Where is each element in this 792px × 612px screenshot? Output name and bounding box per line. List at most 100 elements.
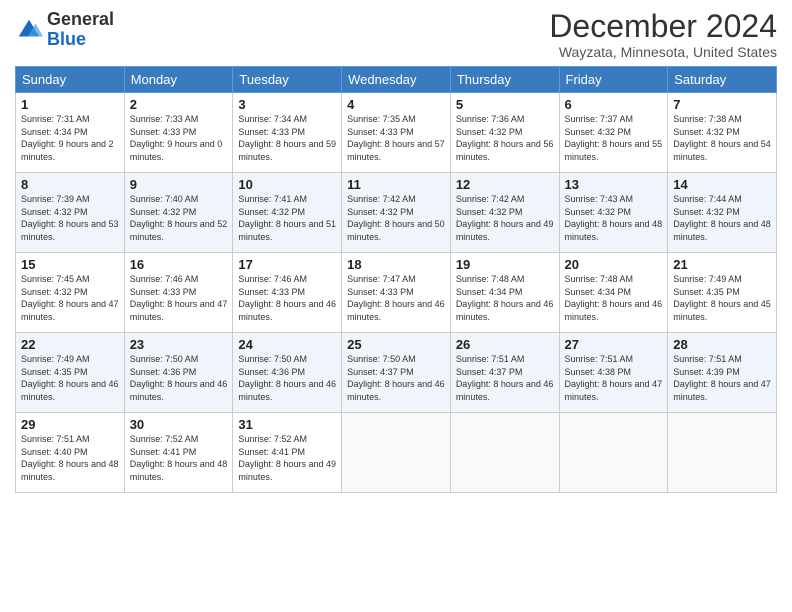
- day-header-saturday: Saturday: [668, 67, 777, 93]
- calendar-cell: 26Sunrise: 7:51 AMSunset: 4:37 PMDayligh…: [450, 333, 559, 413]
- day-number: 23: [130, 337, 228, 352]
- day-number: 10: [238, 177, 336, 192]
- cell-info: Sunrise: 7:49 AMSunset: 4:35 PMDaylight:…: [673, 273, 771, 323]
- calendar-cell: 18Sunrise: 7:47 AMSunset: 4:33 PMDayligh…: [342, 253, 451, 333]
- cell-info: Sunrise: 7:40 AMSunset: 4:32 PMDaylight:…: [130, 193, 228, 243]
- cell-info: Sunrise: 7:31 AMSunset: 4:34 PMDaylight:…: [21, 113, 119, 163]
- cell-info: Sunrise: 7:47 AMSunset: 4:33 PMDaylight:…: [347, 273, 445, 323]
- day-header-tuesday: Tuesday: [233, 67, 342, 93]
- calendar-cell: [559, 413, 668, 493]
- day-header-monday: Monday: [124, 67, 233, 93]
- cell-info: Sunrise: 7:51 AMSunset: 4:38 PMDaylight:…: [565, 353, 663, 403]
- logo-text: General Blue: [47, 10, 114, 50]
- day-number: 12: [456, 177, 554, 192]
- calendar-cell: 14Sunrise: 7:44 AMSunset: 4:32 PMDayligh…: [668, 173, 777, 253]
- day-number: 15: [21, 257, 119, 272]
- cell-info: Sunrise: 7:51 AMSunset: 4:40 PMDaylight:…: [21, 433, 119, 483]
- calendar-cell: 20Sunrise: 7:48 AMSunset: 4:34 PMDayligh…: [559, 253, 668, 333]
- day-number: 1: [21, 97, 119, 112]
- location: Wayzata, Minnesota, United States: [549, 44, 777, 60]
- cell-info: Sunrise: 7:52 AMSunset: 4:41 PMDaylight:…: [130, 433, 228, 483]
- cell-info: Sunrise: 7:46 AMSunset: 4:33 PMDaylight:…: [130, 273, 228, 323]
- cell-info: Sunrise: 7:34 AMSunset: 4:33 PMDaylight:…: [238, 113, 336, 163]
- calendar-cell: 22Sunrise: 7:49 AMSunset: 4:35 PMDayligh…: [16, 333, 125, 413]
- calendar-cell: 2Sunrise: 7:33 AMSunset: 4:33 PMDaylight…: [124, 93, 233, 173]
- logo-blue: Blue: [47, 29, 86, 49]
- day-number: 9: [130, 177, 228, 192]
- week-row-4: 22Sunrise: 7:49 AMSunset: 4:35 PMDayligh…: [16, 333, 777, 413]
- calendar-cell: 25Sunrise: 7:50 AMSunset: 4:37 PMDayligh…: [342, 333, 451, 413]
- day-number: 3: [238, 97, 336, 112]
- week-row-2: 8Sunrise: 7:39 AMSunset: 4:32 PMDaylight…: [16, 173, 777, 253]
- calendar-header-row: SundayMondayTuesdayWednesdayThursdayFrid…: [16, 67, 777, 93]
- day-number: 7: [673, 97, 771, 112]
- calendar-cell: 6Sunrise: 7:37 AMSunset: 4:32 PMDaylight…: [559, 93, 668, 173]
- month-title: December 2024: [549, 10, 777, 42]
- day-number: 26: [456, 337, 554, 352]
- day-header-thursday: Thursday: [450, 67, 559, 93]
- calendar-cell: [342, 413, 451, 493]
- cell-info: Sunrise: 7:36 AMSunset: 4:32 PMDaylight:…: [456, 113, 554, 163]
- calendar-cell: 24Sunrise: 7:50 AMSunset: 4:36 PMDayligh…: [233, 333, 342, 413]
- day-number: 17: [238, 257, 336, 272]
- day-number: 18: [347, 257, 445, 272]
- day-number: 5: [456, 97, 554, 112]
- week-row-1: 1Sunrise: 7:31 AMSunset: 4:34 PMDaylight…: [16, 93, 777, 173]
- week-row-5: 29Sunrise: 7:51 AMSunset: 4:40 PMDayligh…: [16, 413, 777, 493]
- day-number: 30: [130, 417, 228, 432]
- day-number: 21: [673, 257, 771, 272]
- cell-info: Sunrise: 7:39 AMSunset: 4:32 PMDaylight:…: [21, 193, 119, 243]
- cell-info: Sunrise: 7:42 AMSunset: 4:32 PMDaylight:…: [456, 193, 554, 243]
- calendar-cell: 12Sunrise: 7:42 AMSunset: 4:32 PMDayligh…: [450, 173, 559, 253]
- cell-info: Sunrise: 7:42 AMSunset: 4:32 PMDaylight:…: [347, 193, 445, 243]
- day-number: 22: [21, 337, 119, 352]
- calendar-cell: 11Sunrise: 7:42 AMSunset: 4:32 PMDayligh…: [342, 173, 451, 253]
- day-number: 20: [565, 257, 663, 272]
- day-number: 11: [347, 177, 445, 192]
- day-number: 24: [238, 337, 336, 352]
- cell-info: Sunrise: 7:41 AMSunset: 4:32 PMDaylight:…: [238, 193, 336, 243]
- week-row-3: 15Sunrise: 7:45 AMSunset: 4:32 PMDayligh…: [16, 253, 777, 333]
- calendar-cell: 19Sunrise: 7:48 AMSunset: 4:34 PMDayligh…: [450, 253, 559, 333]
- logo-general: General: [47, 9, 114, 29]
- calendar-cell: 8Sunrise: 7:39 AMSunset: 4:32 PMDaylight…: [16, 173, 125, 253]
- cell-info: Sunrise: 7:38 AMSunset: 4:32 PMDaylight:…: [673, 113, 771, 163]
- calendar-cell: [668, 413, 777, 493]
- cell-info: Sunrise: 7:51 AMSunset: 4:37 PMDaylight:…: [456, 353, 554, 403]
- calendar-cell: 4Sunrise: 7:35 AMSunset: 4:33 PMDaylight…: [342, 93, 451, 173]
- calendar-cell: 23Sunrise: 7:50 AMSunset: 4:36 PMDayligh…: [124, 333, 233, 413]
- day-number: 2: [130, 97, 228, 112]
- day-number: 27: [565, 337, 663, 352]
- calendar-cell: 10Sunrise: 7:41 AMSunset: 4:32 PMDayligh…: [233, 173, 342, 253]
- day-number: 31: [238, 417, 336, 432]
- day-number: 8: [21, 177, 119, 192]
- calendar-cell: 1Sunrise: 7:31 AMSunset: 4:34 PMDaylight…: [16, 93, 125, 173]
- cell-info: Sunrise: 7:48 AMSunset: 4:34 PMDaylight:…: [565, 273, 663, 323]
- calendar-cell: 29Sunrise: 7:51 AMSunset: 4:40 PMDayligh…: [16, 413, 125, 493]
- cell-info: Sunrise: 7:37 AMSunset: 4:32 PMDaylight:…: [565, 113, 663, 163]
- cell-info: Sunrise: 7:33 AMSunset: 4:33 PMDaylight:…: [130, 113, 228, 163]
- cell-info: Sunrise: 7:43 AMSunset: 4:32 PMDaylight:…: [565, 193, 663, 243]
- calendar-cell: 17Sunrise: 7:46 AMSunset: 4:33 PMDayligh…: [233, 253, 342, 333]
- cell-info: Sunrise: 7:51 AMSunset: 4:39 PMDaylight:…: [673, 353, 771, 403]
- day-header-wednesday: Wednesday: [342, 67, 451, 93]
- cell-info: Sunrise: 7:52 AMSunset: 4:41 PMDaylight:…: [238, 433, 336, 483]
- day-number: 13: [565, 177, 663, 192]
- logo: General Blue: [15, 10, 114, 50]
- cell-info: Sunrise: 7:50 AMSunset: 4:36 PMDaylight:…: [238, 353, 336, 403]
- calendar: SundayMondayTuesdayWednesdayThursdayFrid…: [15, 66, 777, 493]
- calendar-cell: 7Sunrise: 7:38 AMSunset: 4:32 PMDaylight…: [668, 93, 777, 173]
- header: General Blue December 2024 Wayzata, Minn…: [15, 10, 777, 60]
- cell-info: Sunrise: 7:46 AMSunset: 4:33 PMDaylight:…: [238, 273, 336, 323]
- calendar-cell: 16Sunrise: 7:46 AMSunset: 4:33 PMDayligh…: [124, 253, 233, 333]
- cell-info: Sunrise: 7:35 AMSunset: 4:33 PMDaylight:…: [347, 113, 445, 163]
- day-number: 6: [565, 97, 663, 112]
- day-number: 28: [673, 337, 771, 352]
- cell-info: Sunrise: 7:50 AMSunset: 4:36 PMDaylight:…: [130, 353, 228, 403]
- title-block: December 2024 Wayzata, Minnesota, United…: [549, 10, 777, 60]
- day-number: 29: [21, 417, 119, 432]
- calendar-cell: 9Sunrise: 7:40 AMSunset: 4:32 PMDaylight…: [124, 173, 233, 253]
- calendar-cell: 27Sunrise: 7:51 AMSunset: 4:38 PMDayligh…: [559, 333, 668, 413]
- cell-info: Sunrise: 7:50 AMSunset: 4:37 PMDaylight:…: [347, 353, 445, 403]
- day-header-sunday: Sunday: [16, 67, 125, 93]
